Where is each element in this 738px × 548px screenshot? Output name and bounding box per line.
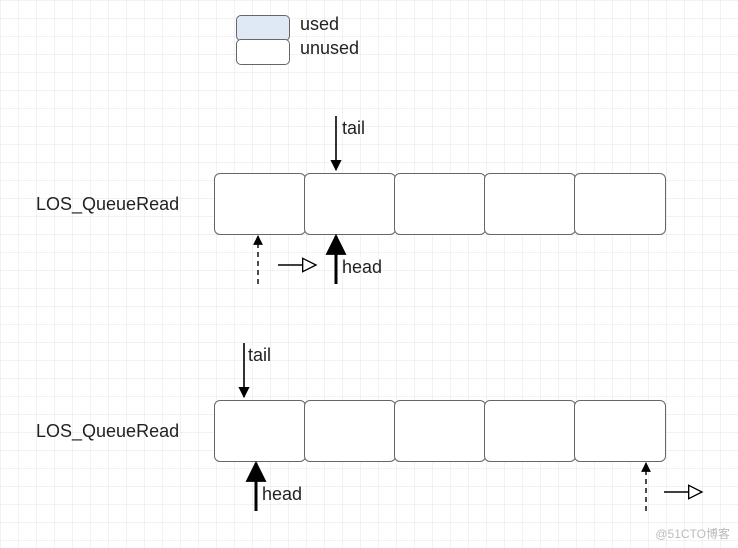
diagram2-head-label: head [262,484,302,505]
diagram2-cell-0 [214,400,306,462]
diagram-layer: used unused LOS_QueueRead tail head LOS_… [0,0,738,548]
diagram1-cell-1 [304,173,396,235]
diagram2-cell-1 [304,400,396,462]
legend-swatch-unused [236,39,290,65]
diagram2-cell-2 [394,400,486,462]
diagram2-cell-4 [574,400,666,462]
legend-swatch-used [236,15,290,41]
diagram1-title: LOS_QueueRead [36,194,179,215]
diagram1-tail-label: tail [342,118,365,139]
diagram2-cell-3 [484,400,576,462]
legend-label-used: used [300,14,339,35]
legend-label-unused: unused [300,38,359,59]
diagram2-tail-label: tail [248,345,271,366]
diagram2-title: LOS_QueueRead [36,421,179,442]
diagram1-cell-4 [574,173,666,235]
diagram1-cell-3 [484,173,576,235]
watermark: @51CTO博客 [655,525,730,542]
diagram1-cell-0 [214,173,306,235]
diagram1-cell-2 [394,173,486,235]
diagram1-head-label: head [342,257,382,278]
